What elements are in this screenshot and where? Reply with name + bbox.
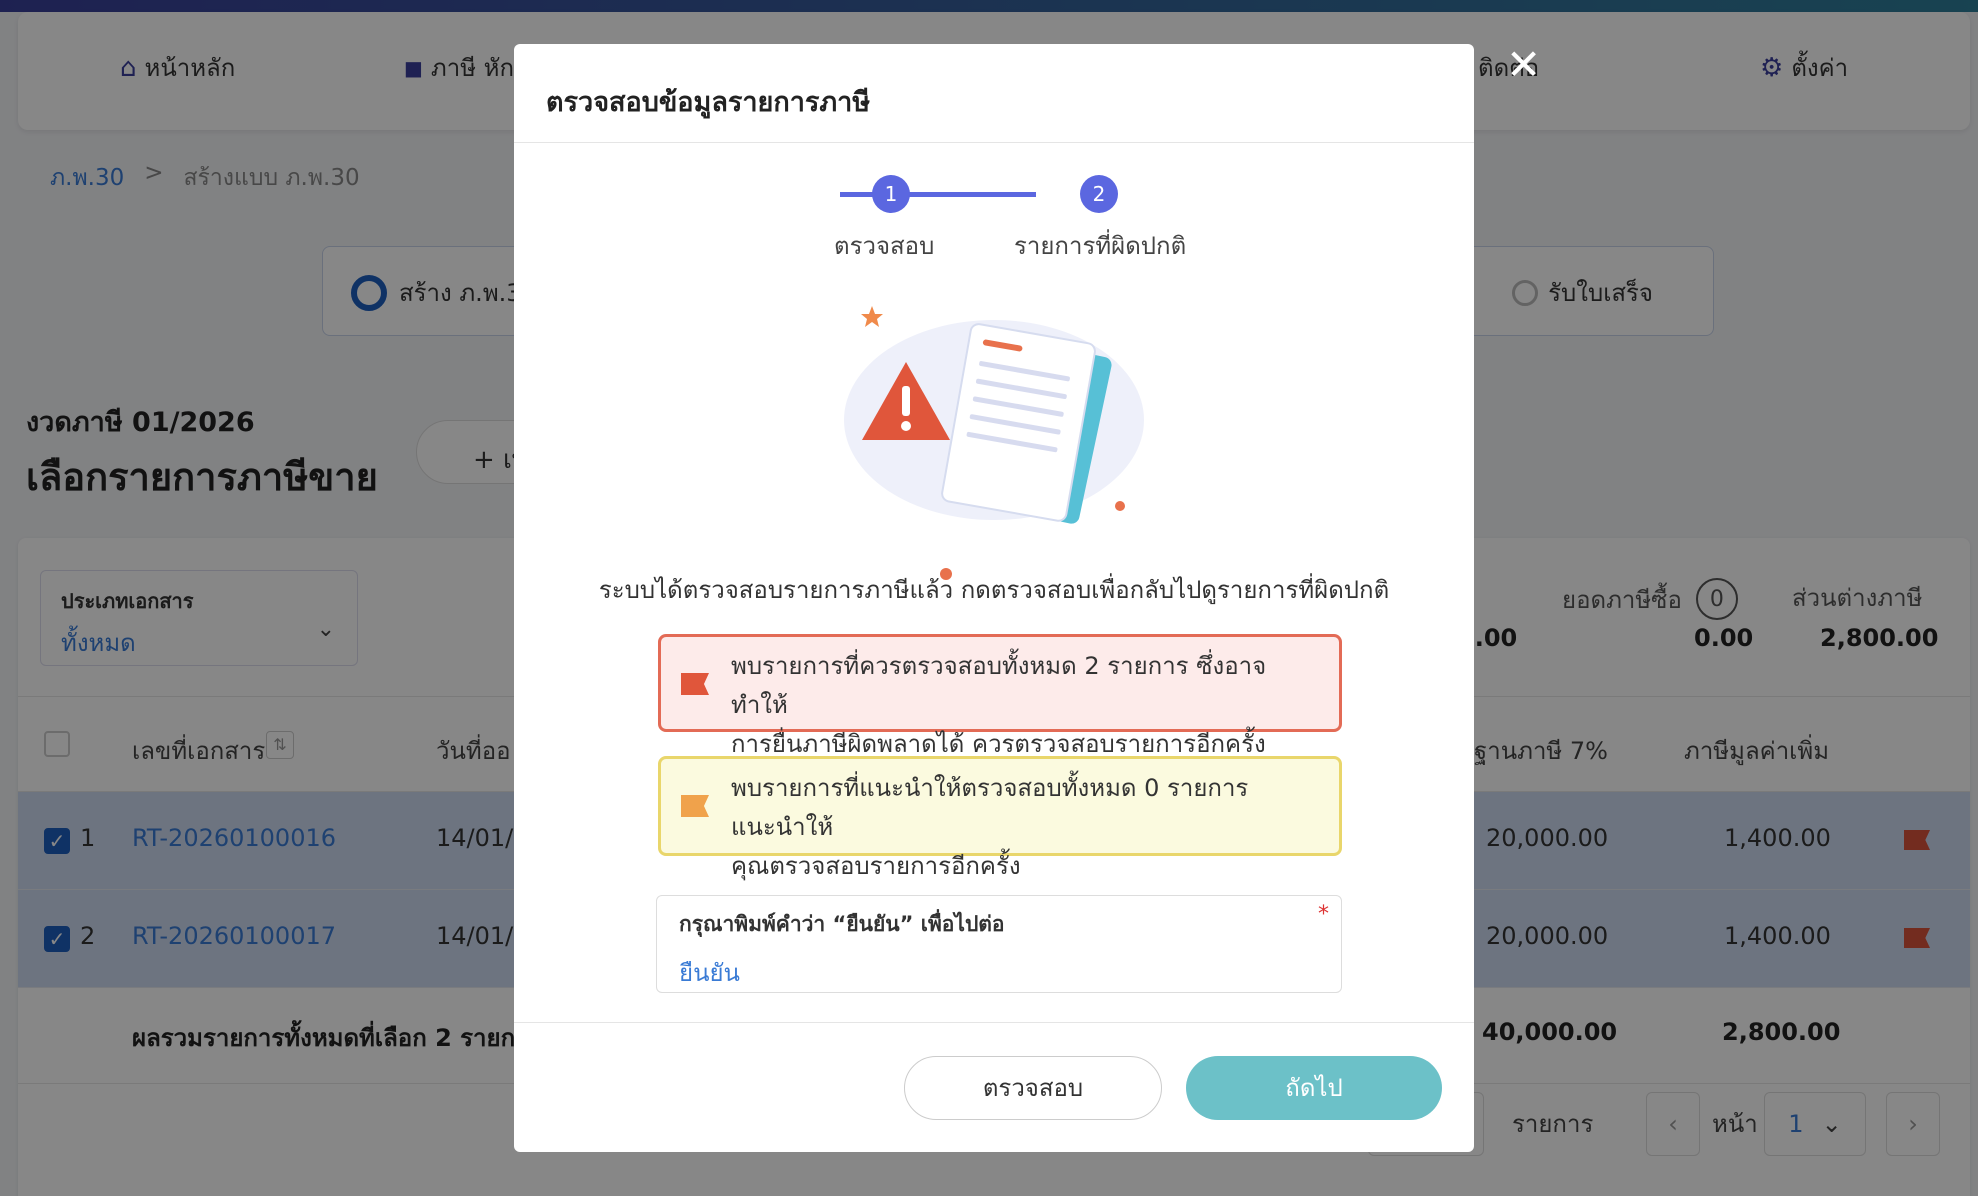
step-1-node: 1 (872, 175, 910, 213)
close-icon[interactable]: ✕ (1506, 44, 1541, 86)
next-button[interactable]: ถัดไป (1186, 1056, 1442, 1120)
confirm-field-value[interactable]: ยืนยัน (679, 953, 1319, 992)
step-2-label: รายการที่ผิดปกติ (1014, 232, 1187, 260)
confirm-field-label: กรุณาพิมพ์คำว่า “ยืนยัน” เพื่อไปต่อ (679, 912, 1005, 936)
info-text: ระบบได้ตรวจสอบรายการภาษีแล้ว กดตรวจสอบเพ… (598, 576, 1390, 604)
step-2-node: 2 (1080, 175, 1118, 213)
alert-yellow-line1: พบรายการที่แนะนำให้ตรวจสอบทั้งหมด 0 รายก… (731, 774, 1249, 841)
confirm-field[interactable]: กรุณาพิมพ์คำว่า “ยืนยัน” เพื่อไปต่อ ยืนย… (656, 895, 1342, 993)
tax-check-modal: ตรวจสอบข้อมูลรายการภาษี 1 2 ตรวจสอบ รายก… (514, 44, 1474, 1152)
modal-divider (514, 142, 1474, 143)
warning-document-illustration (844, 306, 1144, 580)
stepper-line (840, 192, 1036, 197)
modal-title: ตรวจสอบข้อมูลรายการภาษี (546, 87, 871, 118)
required-marker: * (1318, 902, 1329, 927)
flag-icon (681, 795, 709, 817)
flag-icon (681, 673, 709, 695)
step-1-label: ตรวจสอบ (834, 232, 935, 260)
modal-footer-divider (514, 1022, 1474, 1023)
check-button[interactable]: ตรวจสอบ (904, 1056, 1162, 1120)
alert-yellow-line2: คุณตรวจสอบรายการอีกครั้ง (731, 852, 1021, 880)
alert-review-suggested: พบรายการที่แนะนำให้ตรวจสอบทั้งหมด 0 รายก… (658, 756, 1342, 880)
alert-red-line1: พบรายการที่ควรตรวจสอบทั้งหมด 2 รายการ ซึ… (731, 652, 1267, 719)
alert-review-required: พบรายการที่ควรตรวจสอบทั้งหมด 2 รายการ ซึ… (658, 634, 1342, 758)
